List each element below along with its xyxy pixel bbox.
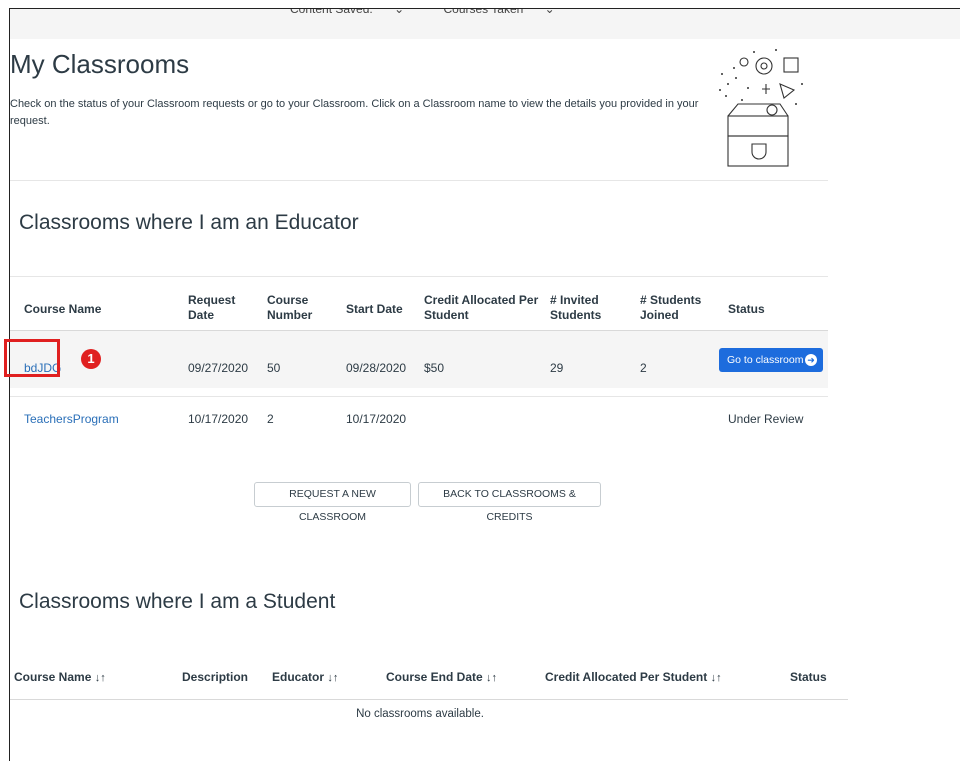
- col-status: Status: [790, 670, 827, 684]
- top-bar: Content Saved: ⌄ Courses Taken ⌄: [10, 9, 960, 39]
- col-course-name-label: Course Name: [14, 670, 92, 684]
- educator-heading: Classrooms where I am an Educator: [19, 211, 359, 234]
- cell-credit: $50: [424, 361, 445, 375]
- cell-course-number: 50: [267, 361, 281, 375]
- cell-joined: 2: [640, 361, 647, 375]
- col-status: Status: [728, 302, 765, 316]
- request-new-classroom-button[interactable]: REQUEST A NEW CLASSROOM: [254, 482, 411, 523]
- divider: [10, 396, 828, 397]
- go-to-classroom-button[interactable]: Go to classroom ➜: [719, 348, 823, 372]
- back-to-classrooms-button[interactable]: BACK TO CLASSROOMS & CREDITS: [418, 482, 601, 523]
- toolbox-illustration: [719, 49, 803, 167]
- col-credit-label: Credit Allocated Per Student: [545, 670, 708, 684]
- cell-start-date: 09/28/2020: [346, 361, 407, 375]
- sort-icon: ↓↑: [327, 672, 339, 684]
- col-course-name-sortable[interactable]: Course Name ↓↑: [14, 670, 106, 686]
- col-credit: Credit Allocated Per Student: [424, 293, 539, 322]
- divider: [10, 699, 848, 700]
- sort-icon: ↓↑: [94, 672, 106, 684]
- page-intro: Check on the status of your Classroom re…: [10, 98, 699, 127]
- cell-request-date: 10/17/2020: [188, 412, 249, 426]
- col-start-date: Start Date: [346, 302, 403, 316]
- content-saved-dropdown[interactable]: Content Saved: ⌄: [290, 8, 422, 16]
- page-title: My Classrooms: [10, 49, 190, 79]
- col-course-number: Course Number: [267, 293, 313, 322]
- student-heading: Classrooms where I am a Student: [19, 590, 336, 613]
- chevron-down-icon: ⌄: [394, 8, 405, 16]
- col-credit-sortable[interactable]: Credit Allocated Per Student ↓↑: [545, 670, 722, 686]
- table-row-highlighted: [10, 331, 828, 388]
- go-to-classroom-label: Go to classroom: [727, 354, 804, 366]
- divider: [10, 276, 828, 277]
- courses-taken-dropdown[interactable]: Courses Taken ⌄: [443, 8, 572, 16]
- course-link-teachersprogram[interactable]: TeachersProgram: [24, 412, 119, 426]
- col-request-date: Request Date: [188, 293, 236, 322]
- col-end-date-label: Course End Date: [386, 670, 483, 684]
- divider: [10, 330, 828, 331]
- sort-icon: ↓↑: [710, 672, 722, 684]
- col-joined: # Students Joined: [640, 293, 702, 322]
- col-educator-label: Educator: [272, 670, 325, 684]
- divider: [10, 180, 828, 181]
- sort-icon: ↓↑: [486, 672, 498, 684]
- annotation-highlight-box: [4, 339, 60, 377]
- cell-request-date: 09/27/2020: [188, 361, 249, 375]
- col-end-date-sortable[interactable]: Course End Date ↓↑: [386, 670, 497, 686]
- arrow-right-icon: ➜: [805, 354, 817, 366]
- col-educator-sortable[interactable]: Educator ↓↑: [272, 670, 338, 686]
- col-invited: # Invited Students: [550, 293, 602, 322]
- annotation-number-badge: 1: [81, 349, 101, 369]
- cell-status: Under Review: [728, 412, 804, 426]
- empty-state-message: No classrooms available.: [356, 708, 484, 720]
- col-description: Description: [182, 670, 249, 684]
- cell-course-number: 2: [267, 412, 274, 426]
- col-course-name: Course Name: [24, 302, 102, 316]
- content-saved-label: Content Saved:: [290, 8, 373, 16]
- chevron-down-icon: ⌄: [544, 8, 555, 16]
- courses-taken-label: Courses Taken: [443, 8, 524, 16]
- cell-start-date: 10/17/2020: [346, 412, 407, 426]
- cell-invited: 29: [550, 361, 564, 375]
